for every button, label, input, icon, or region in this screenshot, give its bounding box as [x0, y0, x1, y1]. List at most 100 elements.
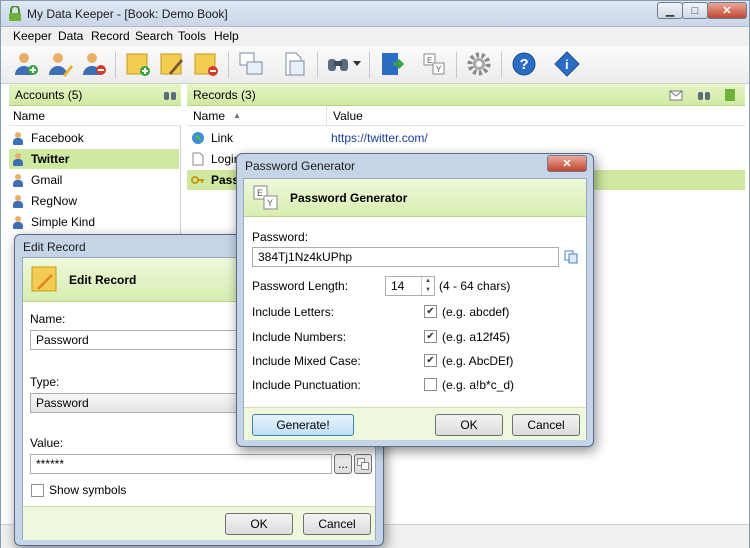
records-book-icon[interactable]: [723, 88, 737, 102]
include-punctuation-checkbox[interactable]: [424, 378, 437, 391]
edit-account-icon[interactable]: [45, 49, 75, 79]
copy-icon[interactable]: [564, 250, 578, 264]
globe-icon: [192, 132, 204, 144]
records-header: Records (3): [187, 84, 745, 106]
settings-gear-icon[interactable]: [464, 49, 494, 79]
include-mixed-case-label: Include Mixed Case:: [252, 354, 361, 368]
user-icon: [13, 173, 23, 187]
title-bar: My Data Keeper - [Book: Demo Book] ▁ □ ✕: [1, 1, 749, 27]
keyboard-icon[interactable]: EY: [419, 49, 449, 79]
stepper-arrows[interactable]: ▲ ▼: [421, 277, 434, 295]
help-icon[interactable]: ?: [509, 49, 539, 79]
paste-document-icon[interactable]: [279, 49, 309, 79]
password-field[interactable]: 384Tj1Nz4kUPhp: [252, 247, 559, 267]
dialog-close-button[interactable]: ✕: [547, 155, 587, 172]
svg-text:Y: Y: [267, 198, 273, 208]
stepper-down-icon: ▼: [425, 287, 431, 293]
menu-search[interactable]: Search: [135, 29, 173, 43]
length-label: Password Length:: [252, 279, 349, 293]
minimize-button[interactable]: ▁: [657, 2, 683, 19]
close-button[interactable]: ✕: [707, 2, 747, 19]
records-value-column[interactable]: Value: [327, 106, 745, 126]
edit-record-title: Edit Record: [23, 240, 86, 254]
account-item-gmail[interactable]: Gmail: [9, 170, 179, 190]
keyboard-icon: [357, 458, 369, 470]
maximize-button[interactable]: □: [682, 2, 708, 19]
menu-help[interactable]: Help: [214, 29, 239, 43]
include-numbers-label: Include Numbers:: [252, 330, 347, 344]
menu-record[interactable]: Record: [91, 29, 130, 43]
user-icon: [13, 215, 23, 229]
pwgen-ok-button[interactable]: OK: [435, 414, 503, 436]
include-mixed-case-example: (e.g. AbcDEf): [442, 354, 514, 368]
keyboard-keys-icon: EY: [253, 185, 278, 210]
app-lock-icon: [9, 6, 21, 21]
edit-record-footer: OK Cancel: [23, 506, 375, 540]
records-envelope-icon[interactable]: [669, 88, 683, 102]
copy-record-icon[interactable]: [236, 49, 266, 79]
include-letters-checkbox[interactable]: ✔: [424, 305, 437, 318]
include-punctuation-example: (e.g. a!b*c_d): [442, 378, 515, 392]
sort-ascending-icon: ▲: [233, 111, 241, 120]
type-label: Type:: [30, 375, 60, 389]
include-letters-example: (e.g. abcdef): [442, 305, 510, 319]
menu-bar: Keeper Data Record Search Tools Help: [1, 27, 749, 46]
delete-record-icon[interactable]: [191, 49, 221, 79]
password-generator-dialog: Password Generator ✕ Password Generator …: [236, 153, 594, 447]
document-icon: [192, 152, 204, 166]
account-item-regnow[interactable]: RegNow: [9, 191, 179, 211]
password-generator-body: Password Generator EY Password: 384Tj1Nz…: [243, 178, 587, 440]
accounts-search-icon[interactable]: [163, 88, 177, 102]
length-hint: (4 - 64 chars): [439, 279, 511, 293]
show-symbols-checkbox[interactable]: [31, 484, 44, 497]
record-value-link[interactable]: https://twitter.com/: [331, 131, 428, 145]
include-letters-label: Include Letters:: [252, 305, 335, 319]
search-binoculars-icon[interactable]: [323, 49, 353, 79]
accounts-count-label: Accounts (5): [15, 87, 83, 102]
search-dropdown-chevron-icon[interactable]: [351, 49, 363, 79]
password-generator-footer: Generate! OK Cancel: [244, 407, 586, 440]
svg-text:E: E: [427, 56, 432, 65]
menu-keeper[interactable]: Keeper: [13, 29, 52, 43]
menu-data[interactable]: Data: [58, 29, 83, 43]
records-search-icon[interactable]: [697, 88, 711, 102]
export-book-icon[interactable]: [377, 49, 407, 79]
value-field[interactable]: ******: [30, 454, 332, 474]
user-icon: [13, 131, 23, 145]
value-label: Value:: [30, 436, 64, 450]
include-numbers-checkbox[interactable]: ✔: [424, 330, 437, 343]
account-item-simple-kind[interactable]: Simple Kind: [9, 212, 179, 232]
password-generator-title: Password Generator: [245, 159, 356, 173]
edit-record-icon[interactable]: [157, 49, 187, 79]
user-icon: [13, 152, 23, 166]
window-title: My Data Keeper - [Book: Demo Book]: [27, 7, 228, 21]
include-mixed-case-checkbox[interactable]: ✔: [424, 354, 437, 367]
toolbar: EY ? i: [1, 46, 749, 84]
pwgen-cancel-button[interactable]: Cancel: [512, 414, 580, 436]
add-record-icon[interactable]: [123, 49, 153, 79]
password-label: Password:: [252, 230, 309, 244]
add-account-icon[interactable]: [11, 49, 41, 79]
show-symbols-label: Show symbols: [49, 483, 127, 497]
svg-text:?: ?: [520, 56, 529, 73]
edit-note-icon: [31, 266, 57, 292]
name-label: Name:: [30, 312, 66, 326]
ok-button[interactable]: OK: [225, 513, 293, 535]
delete-account-icon[interactable]: [79, 49, 109, 79]
cancel-button[interactable]: Cancel: [303, 513, 371, 535]
menu-tools[interactable]: Tools: [178, 29, 206, 43]
record-row-link[interactable]: Link https://twitter.com/: [187, 128, 745, 148]
records-count-label: Records (3): [193, 87, 256, 102]
accounts-header: Accounts (5): [9, 84, 181, 106]
stepper-up-icon: ▲: [425, 278, 431, 284]
about-info-icon[interactable]: i: [552, 49, 582, 79]
password-generator-header: Password Generator: [244, 179, 586, 217]
browse-button[interactable]: ...: [334, 454, 352, 474]
keyboard-button[interactable]: [354, 454, 372, 474]
account-item-facebook[interactable]: Facebook: [9, 128, 179, 148]
account-item-twitter[interactable]: Twitter: [9, 149, 179, 169]
accounts-name-column[interactable]: Name: [9, 106, 181, 126]
records-name-column[interactable]: Name ▲: [187, 106, 327, 126]
svg-text:i: i: [565, 57, 569, 72]
generate-button[interactable]: Generate!: [252, 414, 354, 436]
